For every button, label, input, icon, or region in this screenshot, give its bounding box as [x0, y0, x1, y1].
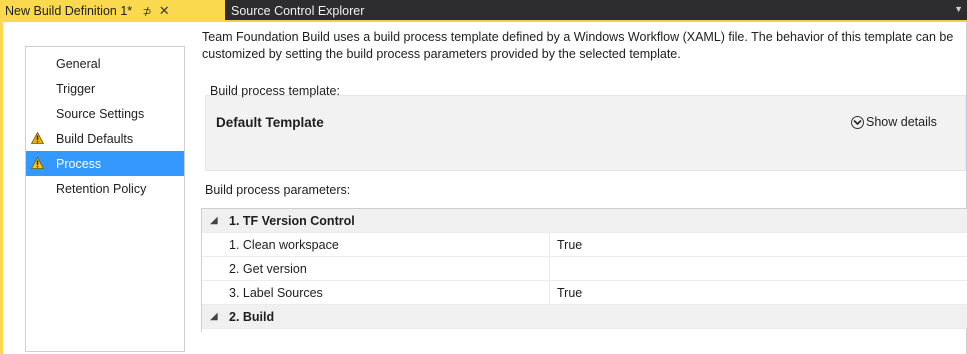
grid-property-row[interactable]: 1. Clean workspace True — [202, 233, 967, 257]
nav-item-label: Trigger — [56, 81, 96, 96]
nav-item-label: Retention Policy — [56, 181, 147, 196]
category-label: 2. Build — [229, 309, 275, 324]
nav-item-build-defaults[interactable]: Build Defaults — [26, 126, 184, 151]
collapse-icon[interactable]: ◢ — [210, 215, 218, 226]
nav-item-process[interactable]: Process — [26, 151, 184, 176]
nav-item-label: Source Settings — [56, 106, 145, 121]
collapse-icon[interactable]: ◢ — [210, 311, 218, 322]
parameters-grid: ◢ 1. TF Version Control 1. Clean workspa… — [201, 208, 967, 332]
nav-item-general[interactable]: General — [26, 51, 184, 76]
nav-item-label: Build Defaults — [56, 131, 134, 146]
tab-list-dropdown-icon[interactable]: ▼ — [954, 4, 963, 14]
column-divider — [549, 281, 550, 305]
property-value[interactable]: True — [557, 238, 582, 252]
document-tab-strip: New Build Definition 1* ⊅ ✕ Source Contr… — [0, 0, 967, 22]
nav-item-label: Process — [56, 156, 102, 171]
grid-property-row[interactable]: 3. Label Sources True — [202, 281, 967, 305]
tab-title: Source Control Explorer — [231, 4, 365, 18]
build-definition-editor: General Trigger Source Settings Build De… — [0, 22, 967, 354]
close-icon[interactable]: ✕ — [157, 3, 171, 19]
tab-new-build-definition[interactable]: New Build Definition 1* ⊅ ✕ — [0, 0, 225, 22]
grid-category-row[interactable]: ◢ 1. TF Version Control — [202, 209, 967, 233]
pin-icon[interactable]: ⊅ — [140, 5, 154, 18]
template-name: Default Template — [216, 115, 324, 130]
definition-nav: General Trigger Source Settings Build De… — [25, 46, 185, 352]
nav-item-trigger[interactable]: Trigger — [26, 76, 184, 101]
nav-item-source-settings[interactable]: Source Settings — [26, 101, 184, 126]
grid-category-row[interactable]: ◢ 2. Build — [202, 305, 967, 329]
show-details-button[interactable]: Show details — [851, 115, 937, 129]
template-panel — [205, 95, 966, 171]
show-details-label: Show details — [866, 115, 937, 129]
property-value[interactable]: True — [557, 286, 582, 300]
tab-source-control-explorer[interactable]: Source Control Explorer — [227, 0, 364, 22]
nav-item-retention-policy[interactable]: Retention Policy — [26, 176, 184, 201]
params-label: Build process parameters: — [205, 183, 351, 197]
property-name: 2. Get version — [229, 261, 307, 276]
column-divider — [549, 257, 550, 281]
chevron-down-icon — [851, 115, 864, 129]
grid-property-row[interactable]: 2. Get version — [202, 257, 967, 281]
template-group-label: Build process template: — [210, 84, 340, 98]
process-description: Team Foundation Build uses a build proce… — [202, 30, 954, 61]
tab-title: New Build Definition 1* — [5, 4, 133, 18]
warning-icon — [31, 132, 44, 144]
property-name: 1. Clean workspace — [229, 237, 339, 252]
warning-icon — [31, 157, 44, 169]
category-label: 1. TF Version Control — [229, 213, 355, 228]
property-name: 3. Label Sources — [229, 285, 323, 300]
nav-item-label: General — [56, 56, 101, 71]
column-divider — [549, 233, 550, 257]
